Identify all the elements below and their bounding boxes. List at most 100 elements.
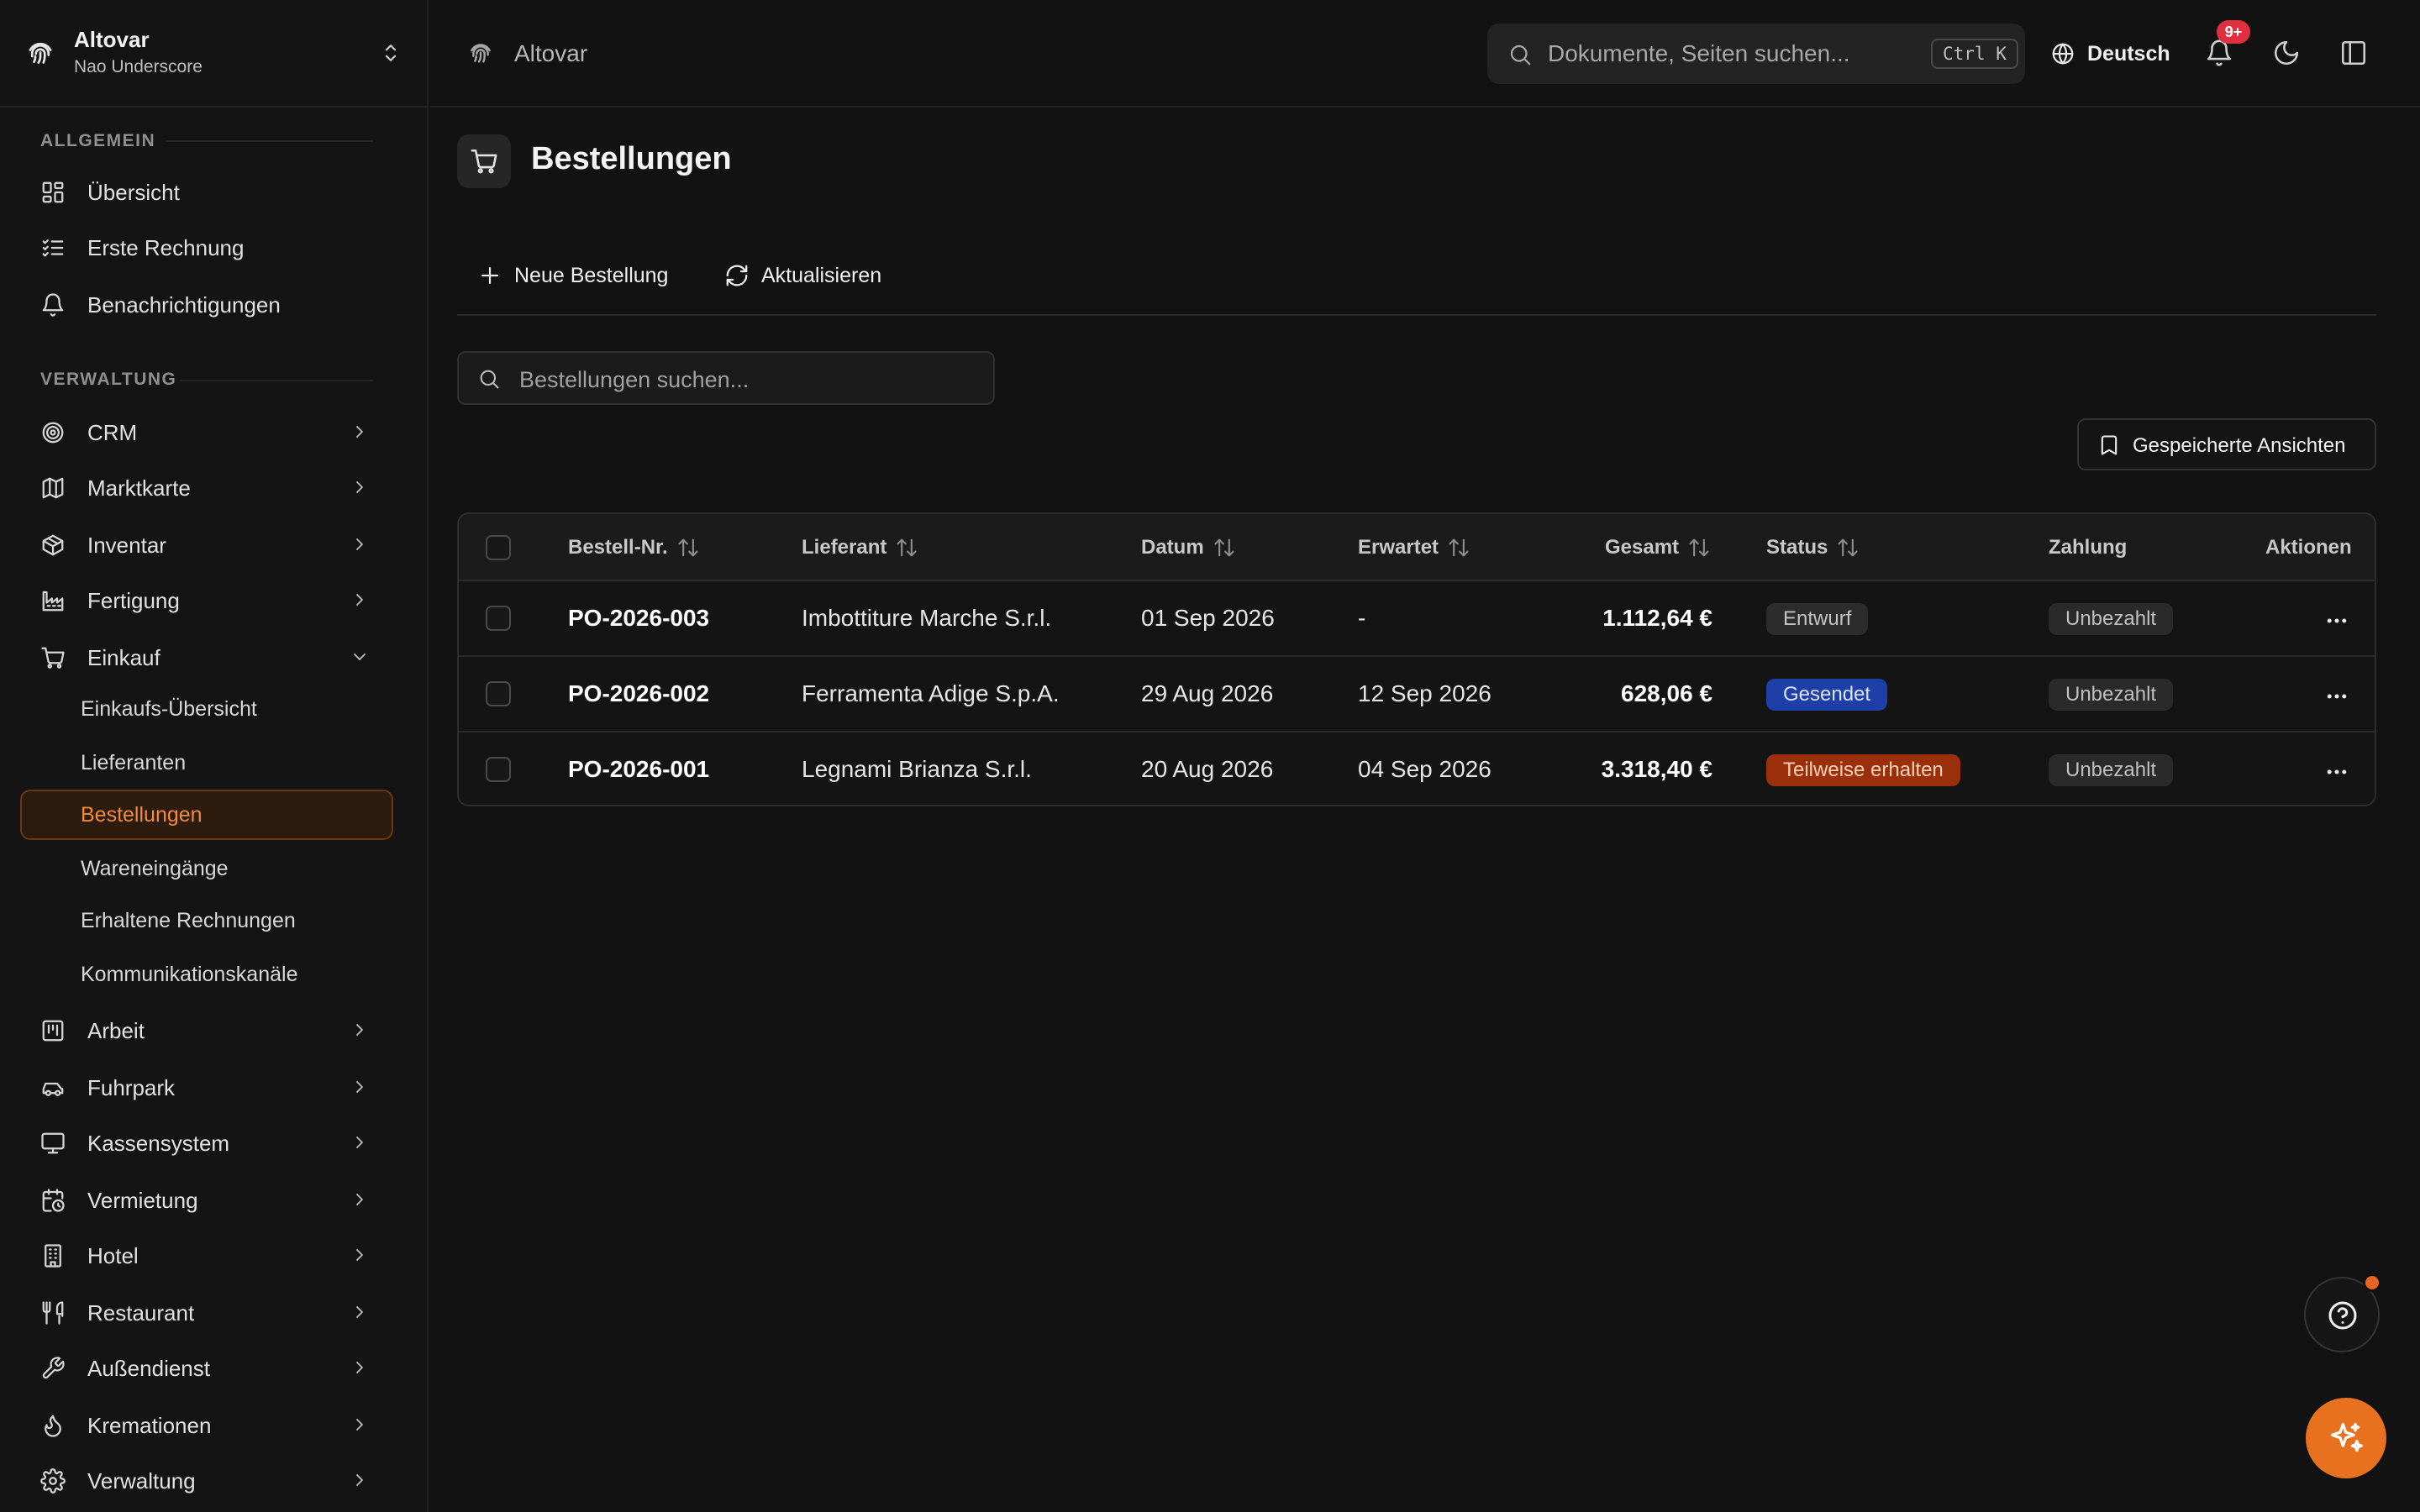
more-actions-icon[interactable] <box>2324 684 2349 709</box>
status-badge: Gesendet <box>1766 679 1888 711</box>
sidebar-item-inventory[interactable]: Inventar <box>20 521 393 568</box>
select-all-checkbox[interactable] <box>486 535 511 560</box>
column-header-supplier[interactable]: Lieferant <box>802 536 918 559</box>
calendar-clock-icon <box>42 1189 65 1212</box>
breadcrumb[interactable]: Altovar <box>514 40 587 67</box>
sidebar-subitem-channels[interactable]: Kommunikationskanäle <box>20 949 393 1000</box>
sidebar-item-fleet[interactable]: Fuhrpark <box>20 1063 393 1110</box>
column-header-expected[interactable]: Erwartet <box>1358 536 1470 559</box>
sort-icon <box>1838 538 1858 557</box>
saved-views-button[interactable]: Gespeicherte Ansichten <box>2077 418 2376 470</box>
order-number[interactable]: PO-2026-001 <box>568 756 709 783</box>
keyboard-shortcut: Ctrl K <box>1931 39 2018 69</box>
sidebar-item-label: Fertigung <box>87 588 180 613</box>
sidebar-item-label: Hotel <box>87 1243 139 1268</box>
sidebar-item-notifications[interactable]: Benachrichtigungen <box>20 281 393 328</box>
sidebar-subitem-purchasing-overview[interactable]: Einkaufs-Übersicht <box>20 684 393 734</box>
language-switcher[interactable]: Deutsch <box>2050 37 2170 71</box>
plus-icon <box>481 267 498 284</box>
sidebar-item-field-service[interactable]: Außendienst <box>20 1344 393 1391</box>
refresh-label: Aktualisieren <box>761 263 882 287</box>
more-actions-icon[interactable] <box>2324 759 2349 785</box>
notification-badge: 9+ <box>2217 20 2250 44</box>
column-header-label: Bestell-Nr. <box>568 536 668 559</box>
chevron-right-icon <box>356 1306 363 1318</box>
sidebar-subitem-label: Kommunikationskanäle <box>81 963 298 986</box>
column-header-label: Aktionen <box>2265 536 2352 559</box>
box-icon <box>42 534 64 556</box>
row-checkbox[interactable] <box>486 606 511 631</box>
chevron-right-icon <box>356 594 363 606</box>
chevron-right-icon <box>356 1024 363 1036</box>
page-icon <box>457 134 511 188</box>
cart-icon <box>41 647 65 669</box>
more-actions-icon[interactable] <box>2324 608 2349 633</box>
expected-date: - <box>1358 605 1366 631</box>
supplier-name: Imbottiture Marche S.r.l. <box>802 605 1052 631</box>
sidebar-item-label: Kremationen <box>87 1413 212 1438</box>
global-search-input[interactable]: Dokumente, Seiten suchen... Ctrl K <box>1487 24 2025 84</box>
order-number[interactable]: PO-2026-002 <box>568 680 709 707</box>
sparkles-icon <box>2330 1422 2363 1452</box>
sort-icon <box>678 538 698 557</box>
column-header-label: Datum <box>1141 536 1204 559</box>
sidebar-item-purchasing[interactable]: Einkauf <box>20 633 393 680</box>
sidebar-item-label: Fuhrpark <box>87 1075 176 1100</box>
toolbar-divider <box>457 314 2376 316</box>
order-number[interactable]: PO-2026-003 <box>568 605 709 632</box>
status-badge: Entwurf <box>1766 603 1869 635</box>
column-header-total[interactable]: Gesamt <box>1605 536 1711 559</box>
row-checkbox[interactable] <box>486 757 511 782</box>
column-header-number[interactable]: Bestell-Nr. <box>568 536 700 559</box>
sidebar-item-label: Verwaltung <box>87 1468 196 1494</box>
sidebar-item-label: Einkauf <box>87 645 160 670</box>
sidebar-item-rental[interactable]: Vermietung <box>20 1176 393 1223</box>
sidebar-item-crm[interactable]: CRM <box>20 408 393 455</box>
sidebar-item-first-invoice[interactable]: Erste Rechnung <box>20 223 393 270</box>
column-header-label: Gesamt <box>1605 536 1680 559</box>
order-total: 3.318,40 € <box>1601 756 1712 782</box>
search-placeholder: Dokumente, Seiten suchen... <box>1548 40 1850 66</box>
order-date: 29 Aug 2026 <box>1141 680 1274 706</box>
orders-table: Bestell-Nr. Lieferant Datum Erwartet Ges… <box>457 512 2376 806</box>
sidebar-item-overview[interactable]: Übersicht <box>20 168 393 215</box>
sidebar-item-work[interactable]: Arbeit <box>20 1006 393 1053</box>
workspace-switcher[interactable]: Altovar Nao Underscore <box>0 0 427 108</box>
sidebar-item-label: Kassensystem <box>87 1131 230 1156</box>
sort-icon <box>1689 538 1709 557</box>
expected-date: 04 Sep 2026 <box>1358 756 1491 782</box>
sidebar-item-hotel[interactable]: Hotel <box>20 1231 393 1278</box>
sidebar-item-administration[interactable]: Verwaltung <box>20 1457 393 1504</box>
chevrons-up-down-icon <box>385 45 397 61</box>
sidebar-item-pos[interactable]: Kassensystem <box>20 1119 393 1166</box>
refresh-button[interactable]: Aktualisieren <box>724 257 881 294</box>
table-row[interactable]: PO-2026-002 Ferramenta Adige S.p.A. 29 A… <box>459 657 2375 732</box>
column-header-label: Zahlung <box>2049 536 2128 559</box>
table-row[interactable]: PO-2026-003 Imbottiture Marche S.r.l. 01… <box>459 581 2375 657</box>
row-checkbox[interactable] <box>486 681 511 706</box>
orders-search-input[interactable]: Bestellungen suchen... <box>457 351 995 405</box>
sidebar-subitem-received-invoices[interactable]: Erhaltene Rechnungen <box>20 895 393 946</box>
table-row[interactable]: PO-2026-001 Legnami Brianza S.r.l. 20 Au… <box>459 732 2375 805</box>
sidebar-subitem-goods-receipts[interactable]: Wareneingänge <box>20 843 393 894</box>
sidebar-item-label: Arbeit <box>87 1018 145 1043</box>
ai-assistant-button[interactable] <box>2306 1398 2386 1478</box>
chevron-right-icon <box>356 1137 363 1148</box>
sidebar-item-manufacturing[interactable]: Fertigung <box>20 576 393 623</box>
column-header-date[interactable]: Datum <box>1141 536 1236 559</box>
chevron-right-icon <box>356 1474 363 1486</box>
new-order-button[interactable]: Neue Bestellung <box>477 257 668 294</box>
table-header: Bestell-Nr. Lieferant Datum Erwartet Ges… <box>459 514 2375 581</box>
chevron-right-icon <box>356 1081 363 1093</box>
sidebar-item-cremations[interactable]: Kremationen <box>20 1401 393 1448</box>
fingerprint-icon <box>29 42 52 64</box>
sidebar-item-restaurant[interactable]: Restaurant <box>20 1289 393 1336</box>
sidebar-subitem-orders[interactable]: Bestellungen <box>20 790 393 840</box>
section-divider <box>166 140 373 142</box>
sidebar-subitem-suppliers[interactable]: Lieferanten <box>20 738 393 788</box>
sidebar-toggle-icon[interactable] <box>2339 39 2368 67</box>
column-header-status[interactable]: Status <box>1766 536 1860 559</box>
page-title: Bestellungen <box>531 141 732 176</box>
sidebar-item-market-map[interactable]: Marktkarte <box>20 464 393 511</box>
moon-icon[interactable] <box>2272 39 2301 67</box>
